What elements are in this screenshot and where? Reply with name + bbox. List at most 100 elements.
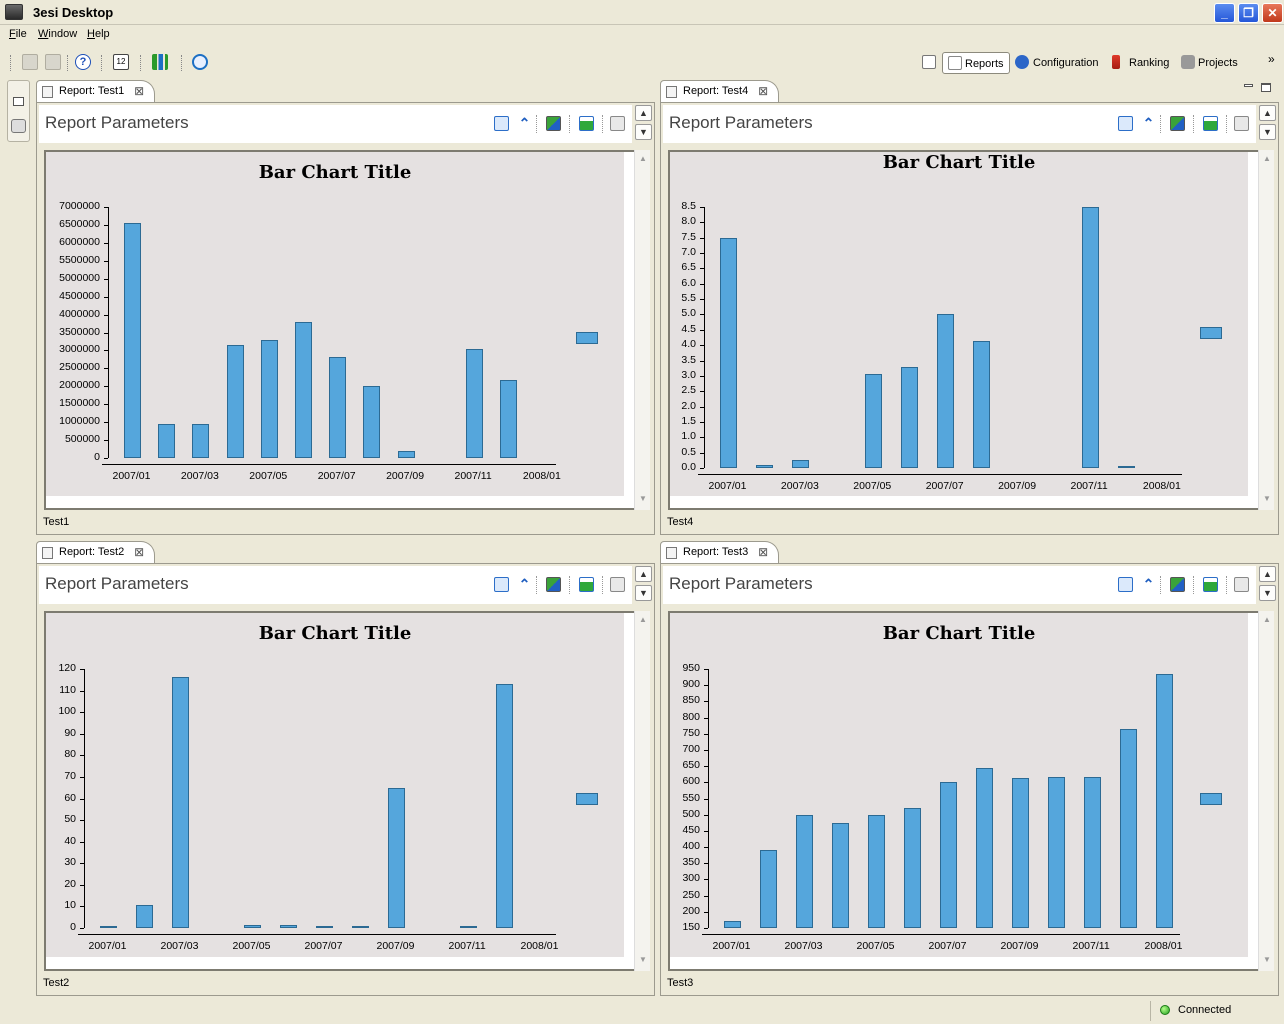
report-tab[interactable]: Report: Test3 ⊠ (660, 541, 780, 564)
zoom-icon[interactable] (1118, 116, 1133, 131)
bar-2007-11 (460, 926, 477, 928)
menu-window[interactable]: Window (38, 28, 77, 40)
minimized-view-icon[interactable] (11, 119, 26, 133)
perspective-overflow-icon[interactable]: » (1268, 52, 1275, 66)
perspective-ranking[interactable]: Ranking (1108, 52, 1174, 74)
export-icon[interactable] (1234, 116, 1249, 131)
scroll-up-button[interactable]: ▲ (635, 105, 652, 121)
run-report-icon[interactable] (1203, 116, 1218, 131)
scroll-down-button[interactable]: ▼ (635, 585, 652, 601)
export-icon[interactable] (610, 116, 625, 131)
menu-help[interactable]: Help (87, 28, 110, 40)
chart-type-icon[interactable] (546, 577, 561, 592)
chart-type-icon[interactable] (1170, 116, 1185, 131)
y-tick-mark (704, 798, 708, 800)
close-tab-icon[interactable]: ⊠ (758, 81, 768, 102)
bar-2007-04 (226, 345, 244, 458)
close-tab-icon[interactable]: ⊠ (134, 542, 144, 563)
scroll-down-icon[interactable]: ▼ (637, 955, 649, 967)
y-tick-label: 400 (682, 840, 700, 853)
collapse-up-icon[interactable]: ⌃ (1141, 577, 1156, 592)
status-bar: Connected (0, 999, 1284, 1024)
chart-scrollbar[interactable]: ▲ ▼ (1258, 611, 1274, 971)
y-tick-mark (700, 207, 704, 208)
network-icon[interactable] (192, 54, 208, 70)
window-titlebar: 3esi Desktop _ ❐ ✕ (0, 0, 1284, 25)
restore-view-icon[interactable] (13, 97, 24, 106)
scroll-down-button[interactable]: ▼ (1259, 124, 1276, 140)
chart-type-icon[interactable] (1170, 577, 1185, 592)
report-tab[interactable]: Report: Test4 ⊠ (660, 80, 780, 103)
y-axis (108, 207, 109, 458)
close-tab-icon[interactable]: ⊠ (758, 542, 768, 563)
scroll-down-icon[interactable]: ▼ (1261, 955, 1273, 967)
collapse-up-icon[interactable]: ⌃ (517, 116, 532, 131)
scroll-up-icon[interactable]: ▲ (637, 615, 649, 627)
help-icon[interactable]: ? (75, 54, 91, 70)
bar-2007-06 (901, 366, 918, 468)
y-tick-label: 1000000 (59, 415, 100, 428)
bar-2007-03 (172, 676, 189, 928)
scroll-down-button[interactable]: ▼ (635, 124, 652, 140)
run-report-icon[interactable] (1203, 577, 1218, 592)
collapse-up-icon[interactable]: ⌃ (1141, 116, 1156, 131)
y-tick-mark (704, 669, 708, 670)
close-icon[interactable]: ✕ (1262, 3, 1283, 23)
scroll-up-icon[interactable]: ▲ (1261, 615, 1273, 627)
y-tick-mark (104, 278, 108, 280)
restore-icon[interactable]: ❐ (1238, 3, 1259, 23)
scroll-up-icon[interactable]: ▲ (637, 154, 649, 166)
menu-file[interactable]: File (9, 28, 27, 40)
y-tick-label: 2.0 (681, 399, 696, 412)
zoom-icon[interactable] (1118, 577, 1133, 592)
y-tick-label: 7000000 (59, 200, 100, 212)
minimize-icon[interactable]: _ (1214, 3, 1235, 23)
toolbar-separator (10, 55, 12, 71)
report-tab[interactable]: Report: Test1 ⊠ (36, 80, 156, 103)
scroll-up-button[interactable]: ▲ (1259, 105, 1276, 121)
chart-scrollbar[interactable]: ▲ ▼ (634, 150, 650, 510)
minimize-view-icon[interactable] (1244, 84, 1253, 87)
chart-icon[interactable] (152, 54, 168, 70)
y-tick-mark (104, 314, 108, 316)
maximize-view-icon[interactable] (1261, 83, 1271, 92)
open-perspective-icon[interactable] (922, 55, 936, 69)
perspective-label: Configuration (1033, 57, 1099, 69)
export-icon[interactable] (1234, 577, 1249, 592)
close-tab-icon[interactable]: ⊠ (134, 81, 144, 102)
report-name-label: Test1 (43, 516, 70, 528)
scroll-down-icon[interactable]: ▼ (1261, 494, 1273, 506)
y-tick-mark (700, 406, 704, 408)
perspective-projects[interactable]: Projects (1178, 52, 1244, 74)
chart-scrollbar[interactable]: ▲ ▼ (634, 611, 650, 971)
report-tab[interactable]: Report: Test2 ⊠ (36, 541, 156, 564)
chart-scrollbar[interactable]: ▲ ▼ (1258, 150, 1274, 510)
scroll-up-button[interactable]: ▲ (1259, 566, 1276, 582)
calendar-icon[interactable]: 12 (113, 54, 129, 70)
y-tick-label: 750 (682, 726, 700, 739)
scroll-down-button[interactable]: ▼ (1259, 585, 1276, 601)
bar-2007-09 (397, 450, 415, 458)
scroll-up-button[interactable]: ▲ (635, 566, 652, 582)
run-report-icon[interactable] (579, 577, 594, 592)
scroll-up-icon[interactable]: ▲ (1261, 154, 1273, 166)
bar-2007-12 (1118, 466, 1136, 468)
chart-type-icon[interactable] (546, 116, 561, 131)
collapse-up-icon[interactable]: ⌃ (517, 577, 532, 592)
x-tick-label: 2007/03 (780, 480, 819, 492)
save-icon[interactable] (22, 54, 38, 70)
perspective-configuration[interactable]: Configuration (1012, 52, 1104, 74)
run-report-icon[interactable] (579, 116, 594, 131)
bar-2007-12 (496, 684, 513, 928)
bar-2007-05 (864, 374, 882, 468)
perspective-reports[interactable]: Reports (942, 52, 1010, 74)
toolbar-separator (140, 55, 142, 71)
y-tick-label: 100 (58, 705, 76, 718)
zoom-icon[interactable] (494, 116, 509, 131)
scroll-down-icon[interactable]: ▼ (637, 494, 649, 506)
zoom-icon[interactable] (494, 577, 509, 592)
y-tick-mark (80, 841, 84, 843)
x-tick-label: 2007/03 (160, 940, 199, 952)
export-icon[interactable] (610, 577, 625, 592)
print-icon[interactable] (45, 54, 61, 70)
